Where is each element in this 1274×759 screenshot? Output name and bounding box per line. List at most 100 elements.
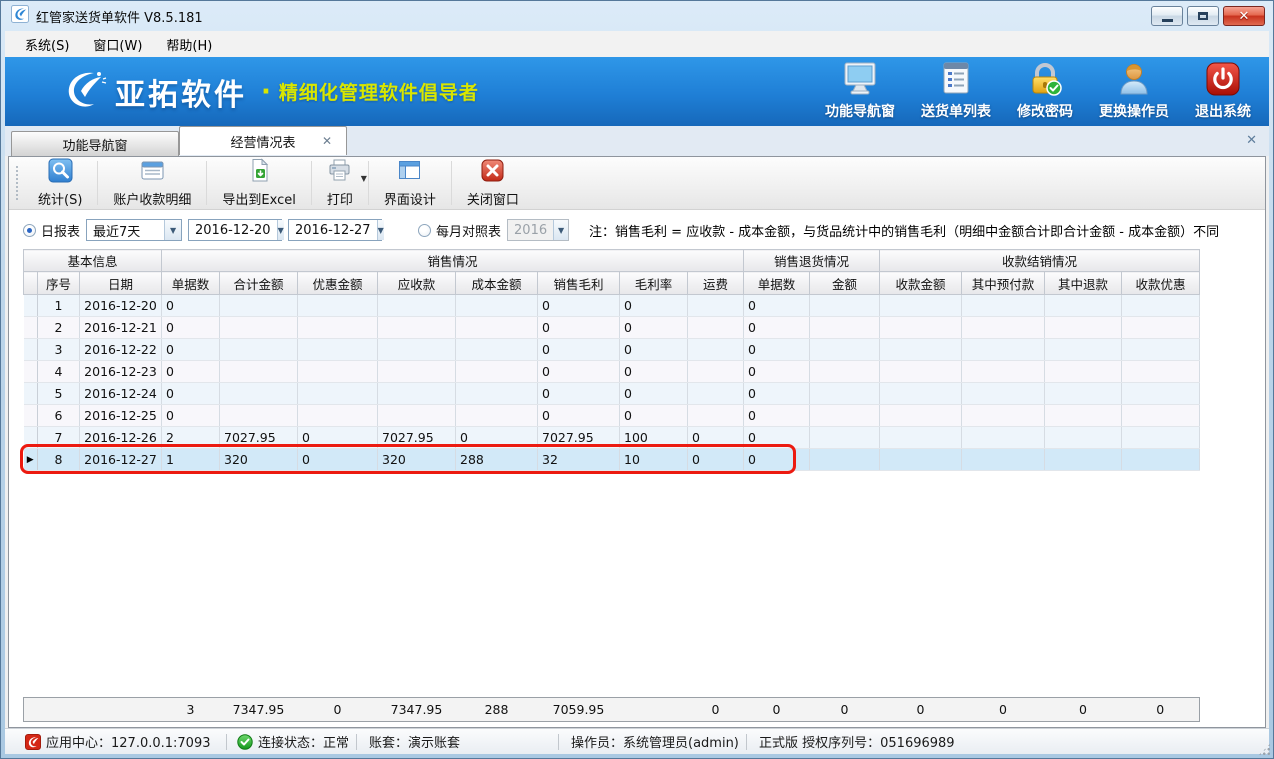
column-header: 合计金额	[220, 272, 298, 295]
chevron-down-icon: ▼	[377, 220, 384, 240]
filter-bar: 日报表 最近7天▼ 2016-12-20▼ 2016-12-27▼ 每月对照表 …	[9, 211, 1265, 249]
cell	[1045, 449, 1122, 471]
column-header: 其中退款	[1045, 272, 1122, 295]
total-cell: 7347.95	[378, 698, 456, 722]
column-header: 单据数	[744, 272, 810, 295]
cell: 5	[38, 383, 80, 405]
content-panel: 统计(S)账户收款明细导出到Excel▼打印界面设计关闭窗口 日报表 最近7天▼…	[8, 156, 1266, 728]
cell: 0	[744, 449, 810, 471]
close-button[interactable]: ✕	[1223, 6, 1265, 26]
cell	[456, 405, 538, 427]
table-row[interactable]: 12016-12-200000	[24, 295, 1200, 317]
cell	[880, 317, 962, 339]
dropdown-arrow-icon[interactable]: ▼	[361, 174, 367, 183]
banner-action-power[interactable]: 退出系统	[1195, 62, 1251, 121]
table-row[interactable]: 32016-12-220000	[24, 339, 1200, 361]
daily-report-radio[interactable]	[23, 224, 36, 237]
toolbar-button-print[interactable]: ▼打印	[312, 157, 368, 209]
total-cell: 0	[810, 698, 880, 722]
cell	[378, 405, 456, 427]
cell	[220, 339, 298, 361]
tab-close-icon[interactable]: ✕	[322, 134, 332, 148]
minimize-button[interactable]	[1151, 6, 1183, 26]
minimize-icon	[1162, 19, 1173, 22]
ui-design-icon	[397, 158, 422, 187]
menu-item-0[interactable]: 系统(S)	[13, 31, 81, 58]
cell: 0	[688, 427, 744, 449]
toolbar-button-stats[interactable]: 统计(S)	[23, 157, 97, 209]
toolbar-button-close-window[interactable]: 关闭窗口	[452, 157, 534, 209]
toolbar-button-ui-design[interactable]: 界面设计	[369, 157, 451, 209]
brand-name: 亚拓软件	[115, 70, 247, 114]
year-select[interactable]: 2016▼	[507, 219, 569, 241]
cell	[298, 383, 378, 405]
table-row[interactable]: 72016-12-2627027.9507027.9507027.9510000	[24, 427, 1200, 449]
cell: 0	[538, 295, 620, 317]
cell	[1122, 427, 1200, 449]
connected-icon	[237, 734, 253, 750]
toolbar-button-export-excel[interactable]: 导出到Excel	[207, 157, 310, 209]
column-header: 其中预付款	[962, 272, 1045, 295]
date-from-select[interactable]: 2016-12-20▼	[188, 219, 282, 241]
table-row[interactable]: ▶82016-12-2713200320288321000	[24, 449, 1200, 471]
menu-item-1[interactable]: 窗口(W)	[81, 31, 154, 58]
report-table: 基本信息销售情况销售退货情况收款结销情况序号日期单据数合计金额优惠金额应收款成本…	[23, 249, 1200, 471]
toolbar-button-account-detail[interactable]: 账户收款明细	[98, 157, 206, 209]
tabs: 功能导航窗经营情况表✕	[11, 126, 347, 156]
column-header: 应收款	[378, 272, 456, 295]
cell	[688, 383, 744, 405]
cell	[298, 339, 378, 361]
cell: 0	[298, 449, 378, 471]
banner-action-label: 送货单列表	[921, 101, 991, 121]
cell: 0	[162, 405, 220, 427]
date-preset-select[interactable]: 最近7天▼	[86, 219, 182, 241]
banner-action-password-lock[interactable]: 修改密码	[1017, 62, 1073, 121]
row-indicator	[24, 383, 38, 405]
cell	[298, 361, 378, 383]
menu-item-2[interactable]: 帮助(H)	[154, 31, 224, 58]
cell	[220, 361, 298, 383]
table-row[interactable]: 52016-12-240000	[24, 383, 1200, 405]
banner-action-label: 更换操作员	[1099, 101, 1169, 121]
banner-actions: 功能导航窗送货单列表 修改密码更换操作员 退出系统	[825, 62, 1251, 121]
column-header: 收款金额	[880, 272, 962, 295]
toolbar-grip-handle[interactable]	[15, 165, 19, 201]
toolbar-button-label: 界面设计	[384, 189, 436, 208]
account-detail-icon	[140, 158, 165, 187]
table-row[interactable]: 42016-12-230000	[24, 361, 1200, 383]
banner-action-monitor[interactable]: 功能导航窗	[825, 62, 895, 121]
banner-action-switch-user[interactable]: 更换操作员	[1099, 62, 1169, 121]
cell	[1045, 339, 1122, 361]
cell	[456, 361, 538, 383]
cell: 0	[688, 449, 744, 471]
tab-0[interactable]: 功能导航窗	[11, 131, 179, 156]
cell: 2	[162, 427, 220, 449]
monthly-compare-radio[interactable]	[418, 224, 431, 237]
date-to-select[interactable]: 2016-12-27▼	[288, 219, 382, 241]
cell: 288	[456, 449, 538, 471]
column-header: 收款优惠	[1122, 272, 1200, 295]
total-cell: 0	[744, 698, 810, 722]
tab-strip: 功能导航窗经营情况表✕ ✕	[5, 126, 1269, 156]
tab-1[interactable]: 经营情况表✕	[179, 126, 347, 155]
status-label: 连接状态：正常	[258, 732, 349, 751]
table-row[interactable]: 22016-12-210000	[24, 317, 1200, 339]
tabstrip-close-icon[interactable]: ✕	[1246, 133, 1257, 148]
delivery-list-icon	[937, 62, 975, 100]
total-cell: 0	[880, 698, 962, 722]
app-logo-icon	[11, 5, 29, 27]
cell: 7027.95	[538, 427, 620, 449]
table-row[interactable]: 62016-12-250000	[24, 405, 1200, 427]
cell	[810, 339, 880, 361]
total-cell: 0	[1122, 698, 1200, 722]
gross-profit-note: 注：销售毛利 = 应收款 - 成本金额，与货品统计中的销售毛利（明细中金额合计即…	[589, 221, 1219, 240]
cell	[810, 383, 880, 405]
total-cell: 7059.95	[538, 698, 620, 722]
menu-bar: 系统(S)窗口(W)帮助(H)	[5, 31, 1269, 57]
column-header: 日期	[80, 272, 162, 295]
cell: 0	[538, 361, 620, 383]
cell: 2	[38, 317, 80, 339]
cell	[688, 405, 744, 427]
maximize-button[interactable]	[1187, 6, 1219, 26]
banner-action-delivery-list[interactable]: 送货单列表	[921, 62, 991, 121]
